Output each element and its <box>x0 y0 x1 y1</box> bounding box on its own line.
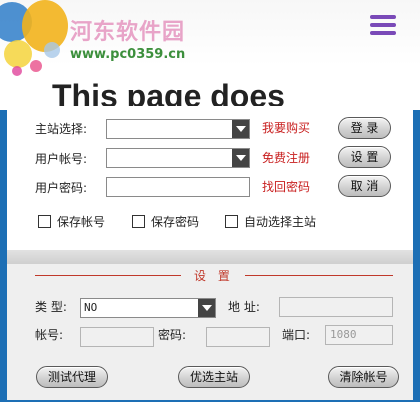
account-select[interactable] <box>106 148 250 168</box>
auto-select-site-label: 自动选择主站 <box>244 215 317 229</box>
proxy-type-label: 类 型: <box>35 300 67 314</box>
remember-account-label: 保存帐号 <box>57 215 106 229</box>
proxy-type-select[interactable]: NO <box>80 298 216 318</box>
decor-blob <box>30 60 42 72</box>
settings-title: 设 置 <box>194 269 234 283</box>
decor-blob <box>44 42 60 58</box>
remember-account-checkbox[interactable]: 保存帐号 <box>38 213 105 230</box>
site-name: 河东软件园 <box>70 19 186 45</box>
proxy-settings-section: 设 置 类 型: NO 地 址: 帐号: 密码: 端口: 1080 测试代理 优… <box>7 264 413 400</box>
decor-blob <box>12 66 22 76</box>
proxy-address-field[interactable] <box>279 297 393 317</box>
pick-best-site-button[interactable]: 优选主站 <box>178 366 250 388</box>
banner: 河东软件园 www.pc0359.cn This page does <box>0 0 420 110</box>
remember-password-checkbox[interactable]: 保存密码 <box>132 213 199 230</box>
banner-headline: This page does <box>52 78 285 106</box>
proxy-account-field[interactable] <box>80 327 154 347</box>
login-section: 主站选择: 我要购买 登 录 用户帐号: 免费注册 设 置 用户密码: 找回密码… <box>7 110 413 250</box>
decor-blob <box>4 40 32 68</box>
proxy-password-label: 密码: <box>158 328 187 342</box>
proxy-type-value: NO <box>84 301 98 314</box>
login-button[interactable]: 登 录 <box>338 117 391 139</box>
login-panel: 主站选择: 我要购买 登 录 用户帐号: 免费注册 设 置 用户密码: 找回密码… <box>7 110 413 400</box>
dropdown-arrow-icon[interactable] <box>198 299 215 317</box>
checkbox-box[interactable] <box>225 215 238 228</box>
auto-select-site-checkbox[interactable]: 自动选择主站 <box>225 213 316 230</box>
proxy-address-label: 地 址: <box>228 300 260 314</box>
clear-account-button[interactable]: 清除帐号 <box>328 366 399 388</box>
section-divider <box>7 250 413 264</box>
buy-link[interactable]: 我要购买 <box>262 119 310 136</box>
proxy-account-label: 帐号: <box>35 328 64 342</box>
proxy-port-field[interactable]: 1080 <box>325 325 393 345</box>
checkbox-box[interactable] <box>38 215 51 228</box>
password-field[interactable] <box>106 177 250 197</box>
main-site-select[interactable] <box>106 119 250 139</box>
proxy-password-field[interactable] <box>206 327 270 347</box>
dropdown-arrow-icon[interactable] <box>232 120 249 138</box>
cancel-button[interactable]: 取 消 <box>338 175 391 197</box>
main-site-label: 主站选择: <box>35 122 88 136</box>
password-label: 用户密码: <box>35 181 88 195</box>
remember-password-label: 保存密码 <box>151 215 200 229</box>
recover-password-link[interactable]: 找回密码 <box>262 178 310 195</box>
account-label: 用户帐号: <box>35 152 88 166</box>
dropdown-arrow-icon[interactable] <box>232 149 249 167</box>
divider-line <box>245 275 393 276</box>
checkbox-box[interactable] <box>132 215 145 228</box>
register-link[interactable]: 免费注册 <box>262 149 310 166</box>
divider-line <box>35 275 181 276</box>
settings-button[interactable]: 设 置 <box>338 146 391 168</box>
test-proxy-button[interactable]: 测试代理 <box>36 366 108 388</box>
site-url: www.pc0359.cn <box>70 47 186 62</box>
hamburger-menu-icon[interactable] <box>370 15 396 35</box>
proxy-port-label: 端口: <box>282 328 311 342</box>
